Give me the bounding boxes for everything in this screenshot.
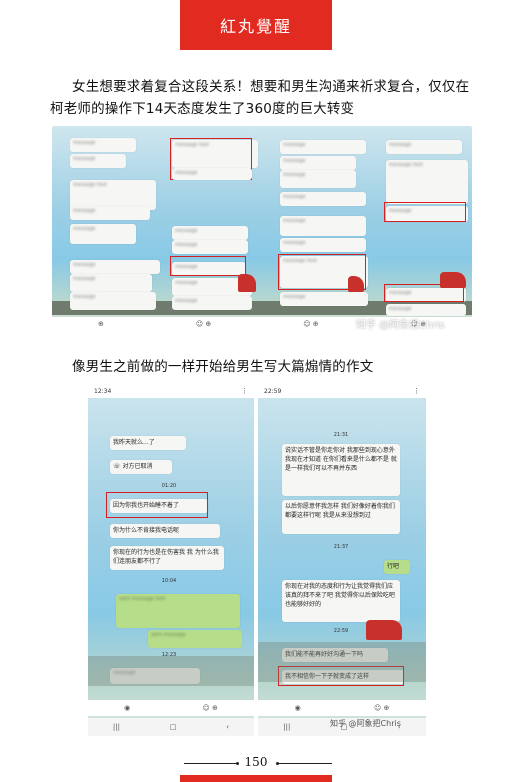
paragraph-1-text: 女生想要求着复合这段关系！想要和男生沟通来祈求复合，仅仅在柯老师的操作下14天态… — [50, 79, 470, 117]
status-time: 22:59 — [264, 387, 282, 395]
emoji-icon[interactable]: ☺ ⊕ — [374, 704, 389, 712]
chat-bubble: message — [280, 292, 368, 306]
chat-bubble: 你为什么不肯接我电话呢 — [110, 524, 220, 538]
chat-bubble: 说实话不管是你走你对 我那些到现心意外 我现在才知道 在你们看来是什么都不是 就… — [282, 444, 400, 496]
chat-bubble: message — [280, 216, 366, 236]
chat-bubble: 你现在的行为也是在伤害我 我 为什么我们连朋友都不行了 — [110, 546, 224, 570]
red-car-image — [366, 620, 402, 640]
watermark-top: 知乎 @阿象把Chris — [356, 320, 445, 331]
timestamp: 10:04 — [161, 578, 177, 584]
chat-bubble: message — [172, 296, 252, 310]
chat-bubble: message — [280, 170, 356, 188]
highlight-box — [170, 256, 246, 276]
chat-bubble-sent: sent message text — [116, 594, 240, 628]
chapter-banner: 紅丸覺醒 — [180, 0, 332, 50]
timestamp: 01:20 — [161, 483, 177, 489]
settings-icon: ⊕ — [97, 320, 104, 328]
input-bar: ◉ ☺ ⊕ — [88, 700, 254, 716]
back-icon[interactable]: ‹ — [226, 723, 229, 731]
menu-icon[interactable]: ||| — [283, 723, 290, 731]
timestamp: 21:31 — [333, 432, 349, 438]
chat-bubble-sent: 行吧 — [384, 560, 410, 574]
chat-bubble: message — [70, 138, 136, 152]
emoji-icon[interactable]: ☺ ⊕ — [202, 704, 217, 712]
status-bar: 22:59 ⋮ — [258, 384, 426, 398]
emoji-icon: ☺ ⊕ — [195, 320, 212, 328]
more-icon[interactable]: ⋮ — [413, 387, 420, 395]
chat-bubble: message — [70, 154, 126, 168]
footer-rule-right — [278, 763, 332, 764]
footer-bar — [180, 775, 332, 782]
chat-bubble: message — [386, 140, 462, 154]
voice-icon[interactable]: ◉ — [295, 704, 301, 712]
chat-bubble: message — [70, 224, 136, 244]
chat-bubble: 你现在对我的态度和行为让我觉得我们应该真的拜不来了吧 我觉得你以后保险吃吧 也能… — [282, 580, 400, 622]
menu-icon[interactable]: ||| — [113, 723, 120, 731]
paragraph-2: 像男生之前做的一样开始给男生写大篇煽情的作文 — [50, 356, 470, 378]
chat-bubble: message — [172, 226, 248, 240]
chat-screenshot-right: 22:59 ⋮ 21:31 说实话不管是你走你对 我那些到现心意外 我现在才知道… — [258, 384, 426, 736]
chat-bubble: message — [70, 260, 160, 274]
highlight-box — [106, 492, 208, 518]
chat-bubble: message — [70, 206, 150, 220]
timestamp: 21:37 — [333, 544, 349, 550]
chat-screenshot-left: 12:34 ⋮ 我昨天就么...了 ☏ 对方已取消 01:20 因为你我也开始睡… — [88, 384, 254, 736]
status-bar: 12:34 ⋮ — [88, 384, 254, 398]
chat-bubble: message — [70, 292, 156, 310]
chat-bubble: message — [172, 168, 252, 180]
timestamp: 22:59 — [333, 628, 349, 634]
more-icon[interactable]: ⋮ — [241, 387, 248, 395]
system-nav-bar: ||| □ ‹ — [88, 718, 254, 736]
red-car-image — [238, 274, 256, 292]
paragraph-2-text: 像男生之前做的一样开始给男生写大篇煽情的作文 — [72, 359, 374, 375]
phone-icon: ☏ — [113, 463, 121, 470]
highlight-box — [384, 202, 466, 222]
chat-bubble: message — [172, 240, 248, 254]
call-cancelled-bubble: ☏ 对方已取消 — [110, 460, 172, 474]
chat-bubble: 我昨天就么...了 — [110, 436, 186, 450]
red-car-image — [440, 272, 466, 288]
chat-bubble-sent: sent message — [148, 630, 242, 648]
chat-bubble: message — [70, 274, 152, 292]
chat-bubble: message — [280, 156, 356, 170]
emoji-icon-2: ☺ ⊕ — [303, 320, 319, 328]
page-number: 150 — [244, 755, 268, 769]
input-bar: ◉ ☺ ⊕ — [258, 700, 426, 716]
watermark-bottom: 知乎 @阿象把Chris — [330, 719, 401, 728]
paragraph-1: 女生想要求着复合这段关系！想要和男生沟通来祈求复合，仅仅在柯老师的操作下14天态… — [50, 76, 470, 120]
chat-bubble: message — [280, 238, 366, 252]
screenshot-strip-top: ⊕ ☺ ⊕ ☺ ⊕ ☺ ⊕ message message message te… — [52, 126, 472, 331]
chat-bubble: message — [386, 304, 466, 316]
chat-bubble: message — [280, 192, 366, 206]
status-time: 12:34 — [94, 387, 112, 395]
chat-bubble: 以后你愿意怀我怎样 我们好像好着你我们都要这样行呢 我是从来没想到过 — [282, 500, 400, 534]
chat-bubble: message — [280, 140, 366, 154]
chat-bubble: message text — [386, 160, 468, 204]
home-icon[interactable]: □ — [170, 723, 177, 731]
banner-title: 紅丸覺醒 — [219, 17, 292, 36]
voice-icon[interactable]: ◉ — [124, 704, 130, 712]
